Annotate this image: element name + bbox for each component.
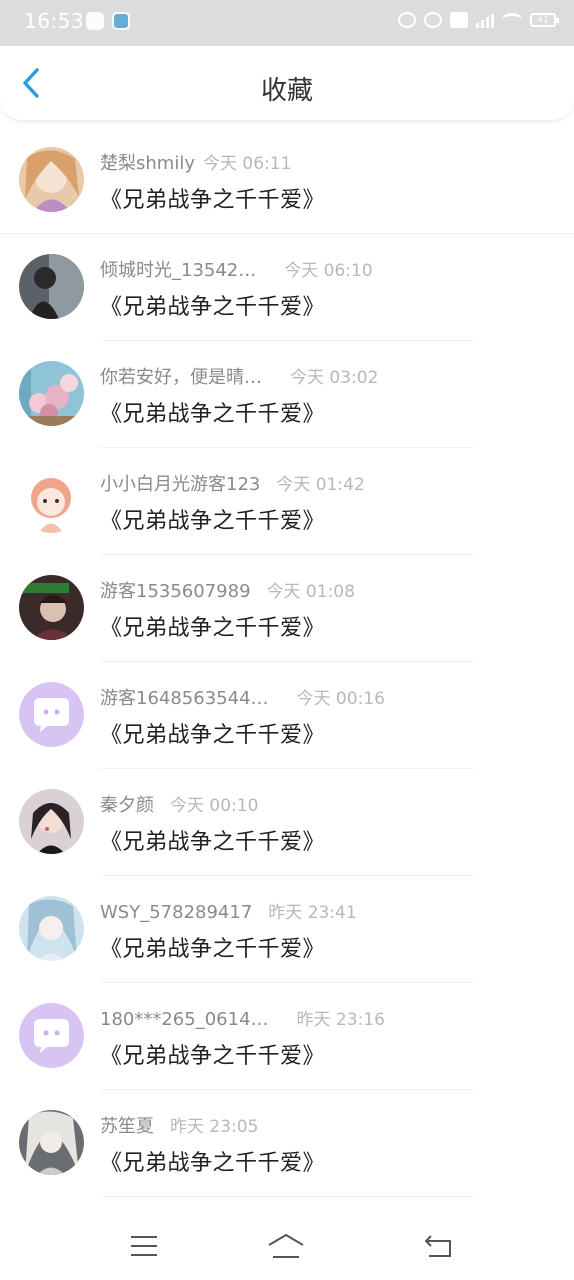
list-item[interactable]: 游客1648563544… 今天 00:16 《兄弟战争之千千爱》 (0, 662, 574, 769)
mute-icon (424, 12, 442, 28)
status-bar: 16:53 41 (0, 0, 574, 46)
list-item[interactable]: 倾城时光_13542… 今天 06:10 《兄弟战争之千千爱》 (0, 234, 574, 341)
list-item[interactable]: 小小白月光游客123 今天 01:42 《兄弟战争之千千爱》 (0, 448, 574, 555)
avatar[interactable] (19, 789, 84, 854)
avatar[interactable] (19, 147, 84, 212)
item-meta: 小小白月光游客123 今天 01:42 (100, 473, 365, 497)
item-meta: 游客1648563544… 今天 00:16 (100, 687, 385, 711)
home-icon (268, 1234, 304, 1258)
item-meta: 你若安好，便是晴… 今天 03:02 (100, 366, 378, 390)
book-title[interactable]: 《兄弟战争之千千爱》 (100, 182, 325, 214)
chat-bubble-icon (19, 682, 84, 747)
item-meta: WSY_578289417 昨天 23:41 (100, 901, 357, 925)
wifi-icon (502, 13, 522, 27)
status-app-icons (86, 12, 130, 30)
menu-button[interactable] (124, 1226, 164, 1266)
book-title[interactable]: 《兄弟战争之千千爱》 (100, 1038, 325, 1070)
avatar[interactable] (19, 361, 84, 426)
header: 收藏 (0, 46, 574, 121)
page-title: 收藏 (260, 76, 313, 106)
alarm-icon (398, 12, 416, 28)
signal-icon (476, 12, 494, 28)
browser-notification-icon (112, 12, 130, 30)
username: 苏笙夏 (100, 1116, 154, 1137)
app-notification-icon (86, 12, 104, 30)
menu-icon (131, 1236, 157, 1256)
item-meta: 180***265_0614… 昨天 23:16 (100, 1008, 385, 1032)
list-item[interactable]: 你若安好，便是晴… 今天 03:02 《兄弟战争之千千爱》 (0, 341, 574, 448)
list-item[interactable]: 游客1535607989 今天 01:08 《兄弟战争之千千爱》 (0, 555, 574, 662)
book-title[interactable]: 《兄弟战争之千千爱》 (100, 503, 325, 535)
avatar[interactable] (19, 682, 84, 747)
chat-bubble-icon (19, 1003, 84, 1068)
timestamp: 今天 03:02 (290, 368, 379, 388)
system-navigation-bar (0, 1208, 574, 1280)
book-title[interactable]: 《兄弟战争之千千爱》 (100, 289, 325, 321)
list-item[interactable]: 180***265_0614… 昨天 23:16 《兄弟战争之千千爱》 (0, 983, 574, 1090)
timestamp: 今天 01:42 (276, 475, 365, 495)
avatar[interactable] (19, 254, 84, 319)
home-button[interactable] (266, 1226, 306, 1266)
username: 倾城时光_13542… (100, 260, 257, 281)
avatar[interactable] (19, 468, 84, 533)
timestamp: 昨天 23:05 (170, 1117, 259, 1137)
avatar[interactable] (19, 575, 84, 640)
timestamp: 今天 06:11 (202, 154, 292, 174)
hd-icon (450, 12, 468, 28)
avatar[interactable] (19, 896, 84, 961)
status-indicators: 41 (398, 12, 559, 28)
list-item[interactable]: WSY_578289417 昨天 23:41 《兄弟战争之千千爱》 (0, 876, 574, 983)
battery-icon: 41 (530, 13, 559, 27)
battery-level: 41 (537, 15, 549, 25)
book-title[interactable]: 《兄弟战争之千千爱》 (100, 610, 325, 642)
username: 秦夕颜 (100, 795, 154, 816)
item-meta: 倾城时光_13542… 今天 06:10 (100, 259, 373, 283)
username: 180***265_0614… (100, 1009, 269, 1030)
item-meta: 游客1535607989 今天 01:08 (100, 580, 355, 604)
book-title[interactable]: 《兄弟战争之千千爱》 (100, 1145, 325, 1177)
item-meta: 楚梨shmily 今天 06:11 (100, 152, 291, 176)
book-title[interactable]: 《兄弟战争之千千爱》 (100, 931, 325, 963)
timestamp: 今天 00:10 (170, 796, 259, 816)
book-title[interactable]: 《兄弟战争之千千爱》 (100, 717, 325, 749)
back-arrow-icon (425, 1235, 451, 1257)
username: 游客1648563544… (100, 688, 269, 709)
list-item[interactable]: 苏笙夏 昨天 23:05 《兄弟战争之千千爱》 (0, 1090, 574, 1197)
avatar[interactable] (19, 1110, 84, 1175)
timestamp: 今天 00:16 (296, 689, 385, 709)
username: 游客1535607989 (100, 581, 251, 602)
timestamp: 昨天 23:41 (268, 903, 357, 923)
username: 小小白月光游客123 (100, 474, 261, 495)
username: WSY_578289417 (100, 902, 253, 923)
book-title[interactable]: 《兄弟战争之千千爱》 (100, 396, 325, 428)
status-time: 16:53 (24, 9, 85, 33)
list-item[interactable]: 楚梨shmily 今天 06:11 《兄弟战争之千千爱》 (0, 127, 574, 234)
list-item[interactable]: 秦夕颜 今天 00:10 《兄弟战争之千千爱》 (0, 769, 574, 876)
item-meta: 秦夕颜 今天 00:10 (100, 794, 258, 818)
username: 你若安好，便是晴… (100, 367, 262, 388)
divider (100, 1196, 474, 1197)
username: 楚梨shmily (100, 153, 195, 174)
timestamp: 今天 06:10 (284, 261, 373, 281)
book-title[interactable]: 《兄弟战争之千千爱》 (100, 824, 325, 856)
back-nav-button[interactable] (418, 1226, 458, 1266)
timestamp: 昨天 23:16 (296, 1010, 385, 1030)
avatar[interactable] (19, 1003, 84, 1068)
favorites-list: 楚梨shmily 今天 06:11 《兄弟战争之千千爱》 倾城时光_13542… 今… (0, 127, 574, 1197)
item-meta: 苏笙夏 昨天 23:05 (100, 1115, 258, 1139)
timestamp: 今天 01:08 (266, 582, 355, 602)
